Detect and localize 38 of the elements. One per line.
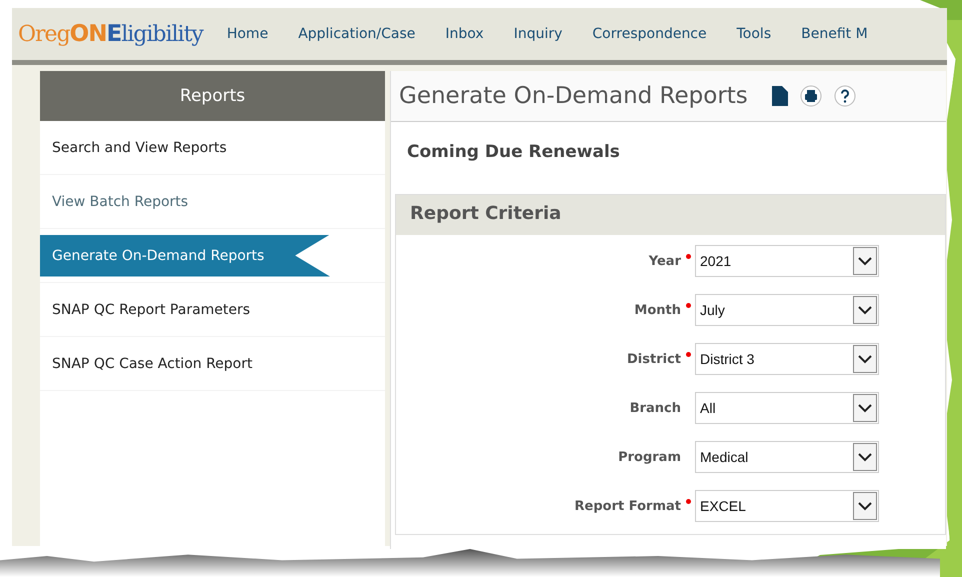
field-label: Report Format	[574, 498, 681, 514]
dropdown[interactable]: All	[695, 392, 879, 424]
nav-link[interactable]: Home	[226, 26, 268, 42]
chevron-icon[interactable]	[853, 492, 877, 520]
chevron-icon[interactable]	[853, 345, 877, 373]
help-icon[interactable]	[834, 85, 856, 107]
chevron-icon[interactable]	[853, 443, 877, 471]
nav-link[interactable]: Inquiry	[514, 26, 562, 42]
page-title: Generate On-Demand Reports	[399, 83, 748, 109]
sidebar-item[interactable]: SNAP QC Case Action Report	[40, 342, 330, 384]
nav-link[interactable]: Application/Case	[298, 26, 416, 42]
print-icon[interactable]	[800, 85, 822, 107]
document-icon[interactable]	[772, 86, 788, 106]
dropdown[interactable]: Medical	[695, 441, 879, 473]
dropdown[interactable]: 2021	[695, 245, 879, 277]
dropdown[interactable]: EXCEL	[695, 490, 879, 522]
sidebar-item[interactable]: Search and View Reports	[40, 126, 330, 168]
dropdown[interactable]: District 3	[695, 343, 879, 375]
chevron-icon[interactable]	[853, 247, 877, 275]
nav-link[interactable]: Inbox	[445, 26, 484, 42]
chevron-icon[interactable]	[853, 394, 877, 422]
nav-link[interactable]: Benefit M	[801, 26, 868, 42]
nav-link[interactable]: Tools	[736, 26, 772, 42]
report-name: Coming Due Renewals	[406, 141, 621, 164]
nav-link[interactable]: Correspondence	[592, 26, 707, 42]
field-label: Program	[618, 450, 681, 464]
field-label: Branch	[630, 400, 681, 416]
logo[interactable]: OregONEligibility	[18, 21, 203, 47]
sidebar-item[interactable]: SNAP QC Report Parameters	[40, 288, 330, 330]
field-label: District	[627, 352, 681, 366]
sidebar-header: Reports	[40, 71, 385, 121]
field-label: Month	[634, 302, 681, 318]
section-header: Report Criteria	[396, 195, 945, 235]
sidebar-item[interactable]: Generate On-Demand Reports	[40, 234, 330, 276]
dropdown[interactable]: July	[695, 294, 879, 326]
field-label: Year	[648, 254, 681, 268]
sidebar-item[interactable]: View Batch Reports	[40, 180, 330, 222]
chevron-icon[interactable]	[853, 296, 877, 324]
